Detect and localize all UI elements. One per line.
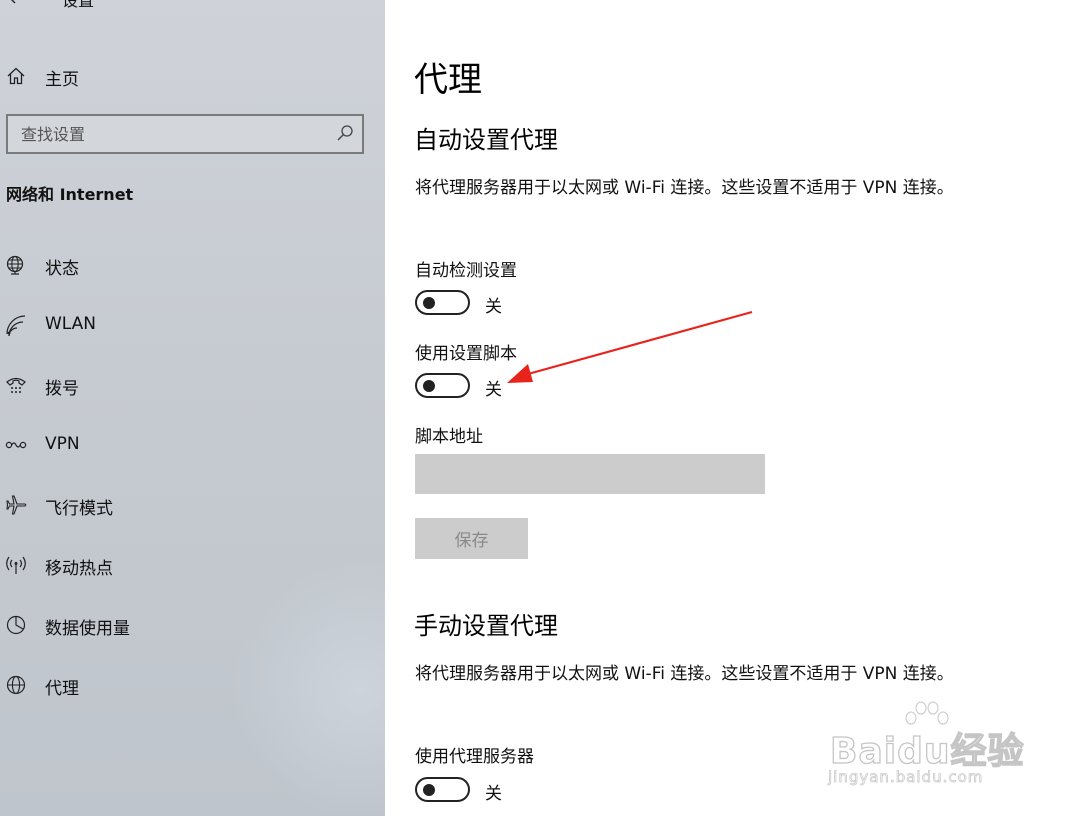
- use-proxy-state: 关: [485, 784, 502, 804]
- sidebar-item-data-usage[interactable]: 数据使用量: [0, 603, 385, 647]
- vpn-icon: [5, 434, 27, 456]
- section-title: 网络和 Internet: [6, 185, 134, 204]
- home-icon: [6, 66, 26, 86]
- sidebar: 设置 主页 网络和 Internet 状态 WLAN 拨号: [0, 0, 385, 816]
- wifi-icon: [5, 314, 27, 337]
- sidebar-item-label: 代理: [45, 679, 79, 699]
- sidebar-item-proxy[interactable]: 代理: [0, 663, 385, 707]
- search-icon[interactable]: [336, 124, 354, 142]
- toggle-knob: [423, 297, 435, 309]
- toggle-knob: [423, 380, 435, 392]
- sidebar-item-label: 飞行模式: [45, 499, 113, 519]
- script-address-input[interactable]: [415, 454, 765, 494]
- sidebar-item-dialup[interactable]: 拨号: [0, 363, 385, 407]
- sidebar-item-wlan[interactable]: WLAN: [0, 303, 385, 347]
- sidebar-item-label: 状态: [45, 259, 79, 279]
- use-proxy-toggle[interactable]: [415, 777, 470, 802]
- dialup-phone-icon: [5, 374, 27, 396]
- search-input[interactable]: [8, 116, 328, 152]
- sidebar-item-vpn[interactable]: VPN: [0, 423, 385, 467]
- use-script-label: 使用设置脚本: [415, 344, 517, 364]
- sidebar-item-airplane-mode[interactable]: 飞行模式: [0, 483, 385, 527]
- hotspot-icon: [5, 554, 27, 576]
- sidebar-item-label: 主页: [45, 70, 79, 90]
- use-proxy-label: 使用代理服务器: [415, 747, 534, 767]
- sidebar-item-label: WLAN: [45, 314, 97, 334]
- sidebar-item-hotspot[interactable]: 移动热点: [0, 543, 385, 587]
- sidebar-item-label: VPN: [45, 434, 80, 454]
- app-title: 设置: [62, 0, 95, 10]
- auto-detect-label: 自动检测设置: [415, 261, 517, 281]
- use-script-state: 关: [485, 380, 502, 400]
- back-arrow-icon[interactable]: [6, 0, 26, 7]
- watermark-logo: Baidu经验: [829, 730, 1025, 772]
- auto-detect-toggle[interactable]: [415, 290, 470, 315]
- watermark-url: jingyan.baidu.com: [828, 768, 984, 787]
- main-content: 代理 自动设置代理 将代理服务器用于以太网或 Wi-Fi 连接。这些设置不适用于…: [385, 0, 1076, 816]
- use-script-toggle[interactable]: [415, 373, 470, 398]
- manual-proxy-description: 将代理服务器用于以太网或 Wi-Fi 连接。这些设置不适用于 VPN 连接。: [415, 664, 954, 684]
- sidebar-item-status[interactable]: 状态: [0, 243, 385, 287]
- search-box[interactable]: [6, 114, 364, 154]
- toggle-knob: [423, 784, 435, 796]
- script-address-label: 脚本地址: [415, 427, 483, 447]
- manual-proxy-heading: 手动设置代理: [414, 612, 558, 640]
- sidebar-item-home[interactable]: 主页: [0, 56, 385, 96]
- title-bar: 设置: [0, 0, 385, 16]
- data-usage-icon: [5, 614, 27, 636]
- auto-proxy-heading: 自动设置代理: [414, 126, 558, 154]
- globe-monitor-icon: [5, 254, 27, 276]
- auto-detect-state: 关: [485, 297, 502, 317]
- globe-icon: [5, 674, 27, 696]
- sidebar-item-label: 数据使用量: [45, 619, 130, 639]
- sidebar-item-label: 移动热点: [45, 559, 113, 579]
- save-button[interactable]: 保存: [415, 518, 528, 559]
- airplane-icon: [5, 494, 27, 516]
- baidu-watermark: Baidu经验 jingyan.baidu.com: [822, 698, 1032, 798]
- page-title: 代理: [414, 60, 482, 100]
- auto-proxy-description: 将代理服务器用于以太网或 Wi-Fi 连接。这些设置不适用于 VPN 连接。: [415, 178, 954, 198]
- sidebar-item-label: 拨号: [45, 379, 79, 399]
